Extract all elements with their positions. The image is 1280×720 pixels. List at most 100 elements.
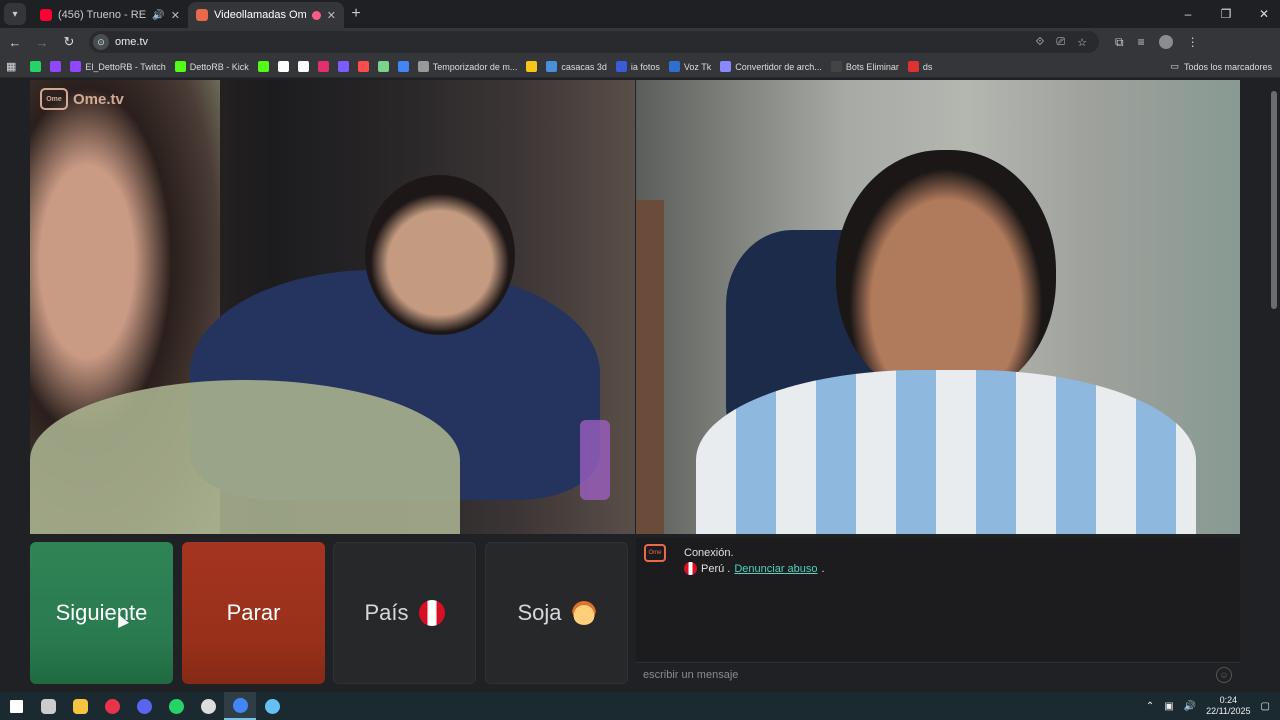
bookmark-item[interactable]: Convertidor de arch...: [720, 61, 822, 72]
tab-strip: ▾ (456) Trueno - REAL GANGS 🔊 ✕ Videolla…: [0, 0, 1280, 28]
person-icon: [571, 601, 596, 625]
peru-flag-icon: [684, 562, 697, 575]
taskbar-whatsapp-icon[interactable]: [160, 692, 192, 720]
bookmark-item[interactable]: Temporizador de m...: [417, 61, 517, 72]
message-input[interactable]: escribir un mensaje ☺: [636, 662, 1240, 686]
chevron-up-icon[interactable]: ⌃: [1146, 701, 1154, 712]
bookmark-item[interactable]: El_DettoRB - Twitch: [70, 61, 166, 72]
minimize-button[interactable]: –: [1172, 0, 1204, 28]
video-figure: [30, 380, 460, 534]
menu-icon[interactable]: ⋮: [1187, 35, 1199, 50]
stop-label: Parar: [226, 600, 281, 625]
bookmark-item[interactable]: Bots Eliminar: [830, 61, 899, 72]
bookmark-favicon-icon: [720, 61, 732, 72]
bookmark-label: El_DettoRB - Twitch: [85, 61, 166, 72]
stop-button[interactable]: Parar: [182, 542, 325, 684]
cast-icon[interactable]: ⎚: [1056, 36, 1065, 49]
url-text[interactable]: ome.tv: [115, 36, 148, 48]
notifications-icon[interactable]: ▢: [1261, 701, 1270, 712]
chat-panel: Ome Conexión. Perú . Denunciar abuso.: [636, 538, 1240, 661]
extensions-icon[interactable]: ⧉: [1115, 35, 1124, 50]
gender-button[interactable]: Soja: [485, 542, 628, 684]
bookmark-star-icon[interactable]: ☆: [1077, 36, 1087, 49]
system-tray: ⌃ ▣ 🔊 0:24 22/11/2025 ▢: [1146, 695, 1280, 717]
bookmark-item[interactable]: [297, 61, 309, 72]
site-info-icon[interactable]: ⊙: [93, 34, 109, 50]
next-button[interactable]: Siguiente: [30, 542, 173, 684]
bookmark-item[interactable]: [377, 61, 389, 72]
scrollbar-thumb[interactable]: [1271, 91, 1277, 309]
bookmark-item[interactable]: [337, 61, 349, 72]
country-button[interactable]: País: [333, 542, 476, 684]
volume-icon[interactable]: 🔊: [1184, 701, 1196, 712]
bookmark-item[interactable]: [526, 61, 538, 72]
page-scrollbar[interactable]: [1270, 87, 1278, 687]
bookmark-favicon-icon: [546, 61, 558, 72]
bookmark-item[interactable]: casacas 3d: [546, 61, 607, 72]
chrome-glyph: [232, 697, 248, 713]
stranger-video: Ome Ome.tv: [30, 80, 635, 534]
media-icon[interactable]: ≡: [1138, 35, 1145, 50]
profile-avatar[interactable]: [1158, 34, 1173, 49]
bookmark-item[interactable]: ia fotos: [615, 61, 660, 72]
bookmark-item[interactable]: [317, 61, 329, 72]
close-window-button[interactable]: ✕: [1248, 0, 1280, 28]
whatsapp-glyph: [168, 698, 184, 714]
bookmark-item[interactable]: [357, 61, 369, 72]
emoji-icon[interactable]: ☺: [1216, 666, 1232, 683]
bookmark-item[interactable]: [30, 61, 42, 72]
bookmarks-bar: ▦ El_DettoRB - Twitch DettoRB - Kick Tempo…: [0, 56, 1280, 78]
steam-glyph: [264, 698, 280, 714]
bookmark-item[interactable]: [50, 61, 62, 72]
bookmark-item[interactable]: ds: [907, 61, 932, 72]
all-bookmarks-folder[interactable]: ▭ Todos los marcadores: [1170, 61, 1272, 72]
taskbar-chrome-icon[interactable]: [224, 692, 256, 720]
network-icon[interactable]: ▣: [1164, 701, 1173, 712]
tab-ometv[interactable]: Videollamadas OmeTV – A ✕: [188, 2, 344, 28]
close-tab-icon[interactable]: ✕: [327, 9, 336, 22]
bookmark-item[interactable]: [397, 61, 409, 72]
apps-grid-icon[interactable]: ▦: [6, 60, 16, 73]
taskbar-app-red-icon[interactable]: [96, 692, 128, 720]
date: 22/11/2025: [1206, 706, 1251, 716]
bookmark-item[interactable]: [257, 61, 269, 72]
tab-title: (456) Trueno - REAL GANGS: [58, 9, 147, 21]
bookmark-item[interactable]: [277, 61, 289, 72]
taskbar-file-explorer-icon[interactable]: [64, 692, 96, 720]
country-label: País: [364, 600, 409, 625]
taskbar: ⌃ ▣ 🔊 0:24 22/11/2025 ▢: [0, 692, 1280, 720]
tab-youtube[interactable]: (456) Trueno - REAL GANGS 🔊 ✕: [32, 2, 188, 28]
taskbar-steam-icon[interactable]: [256, 692, 288, 720]
taskbar-discord-icon[interactable]: [128, 692, 160, 720]
bookmark-favicon-icon: [297, 61, 309, 72]
bookmark-favicon-icon: [277, 61, 289, 72]
country-text: Perú .: [701, 562, 731, 575]
report-suffix: .: [821, 562, 825, 575]
clock[interactable]: 0:24 22/11/2025: [1206, 695, 1250, 717]
app-recorder-glyph: [200, 698, 216, 714]
report-abuse-link[interactable]: Denunciar abuso: [734, 563, 817, 575]
gender-label: Soja: [517, 600, 562, 625]
bookmark-item[interactable]: Voz Tk: [668, 61, 711, 72]
peru-flag-icon: [418, 600, 445, 626]
bookmark-item[interactable]: DettoRB - Kick: [174, 61, 249, 72]
reload-icon[interactable]: ↻: [57, 30, 81, 54]
taskbar-task-view-icon[interactable]: [32, 692, 64, 720]
ometv-chat-icon: Ome: [644, 544, 666, 562]
back-icon[interactable]: ←: [3, 30, 27, 54]
bookmark-favicon-icon: [30, 61, 42, 72]
taskbar-app-recorder-icon[interactable]: [192, 692, 224, 720]
address-bar[interactable]: ⊙ ome.tv ⟐ ⎚ ☆: [89, 31, 1099, 53]
ometv-logo: Ome Ome.tv: [40, 88, 124, 110]
translate-icon[interactable]: ⟐: [1036, 36, 1045, 49]
task-view-glyph: [40, 698, 56, 714]
new-tab-button[interactable]: +: [344, 2, 368, 26]
ometv-icon: [196, 9, 208, 21]
tab-search-button[interactable]: ▾: [4, 3, 26, 25]
restore-button[interactable]: ❐: [1210, 0, 1242, 28]
speaker-icon[interactable]: 🔊: [152, 10, 164, 21]
video-figure: [636, 200, 664, 534]
forward-icon[interactable]: →: [30, 30, 54, 54]
taskbar-windows-start-icon[interactable]: [0, 692, 32, 720]
close-tab-icon[interactable]: ✕: [171, 9, 180, 22]
